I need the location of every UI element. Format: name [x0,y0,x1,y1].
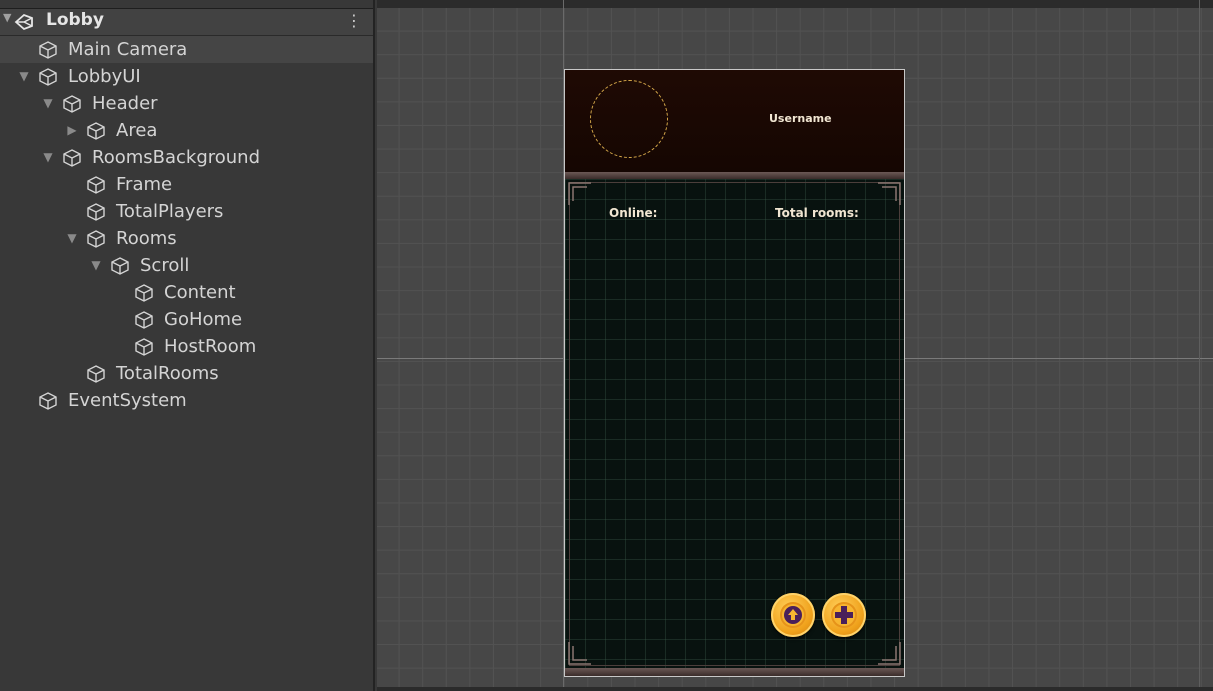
expand-arrow-icon[interactable]: ▼ [90,252,102,279]
expand-arrow-icon[interactable]: ▼ [66,225,78,252]
hierarchy-item-frame[interactable]: Frame [0,171,373,198]
gameobject-cube-icon [111,257,129,275]
scene-grid-line [1199,0,1200,691]
gameobject-cube-icon [63,149,81,167]
plus-icon [835,606,853,624]
hierarchy-scene-header[interactable]: ▼ Lobby ⋮ [0,8,373,36]
gameobject-cube-icon [63,95,81,113]
gameobject-cube-icon [87,122,105,140]
gameobject-cube-icon [135,311,153,329]
header-panel[interactable]: Username [565,70,904,172]
scene-toolbar-strip [377,0,1213,8]
hierarchy-item-header[interactable]: ▼ Header [0,90,373,117]
go-home-button[interactable] [771,593,815,637]
hierarchy-item-label: HostRoom [164,336,257,357]
header-divider [565,172,904,179]
footer-divider [565,668,904,676]
hierarchy-item-label: GoHome [164,309,243,330]
hierarchy-item-label: EventSystem [68,390,187,411]
hierarchy-item-label: Header [92,93,158,114]
hierarchy-item-label: RoomsBackground [92,147,261,168]
gameobject-cube-icon [135,338,153,356]
avatar-area[interactable] [590,80,668,158]
expand-arrow-icon[interactable]: ▼ [42,144,54,171]
hierarchy-item-totalplayers[interactable]: TotalPlayers [0,198,373,225]
hierarchy-item-label: Frame [116,174,173,195]
hierarchy-item-label: Rooms [116,228,177,249]
expand-arrow-icon[interactable]: ▼ [42,90,54,117]
username-label: Username [769,112,832,125]
hierarchy-item-lobbyui[interactable]: ▼ LobbyUI [0,63,373,90]
hierarchy-panel: ▼ Lobby ⋮ Main Camera ▼ LobbyUI ▼ Header… [0,0,375,691]
frame-corner-ornament [878,642,901,665]
unity-scene-icon [14,13,33,31]
hierarchy-item-gohome[interactable]: GoHome [0,306,373,333]
hierarchy-item-label: TotalRooms [116,363,219,384]
hierarchy-item-eventsystem[interactable]: EventSystem [0,387,373,414]
online-players-label: Online: [609,206,658,220]
gameobject-cube-icon [135,284,153,302]
scene-view[interactable]: Username Online: Total rooms: [377,0,1213,691]
kebab-menu-icon[interactable]: ⋮ [346,11,362,31]
hierarchy-item-roomsbackground[interactable]: ▼ RoomsBackground [0,144,373,171]
gameobject-cube-icon [39,68,57,86]
expand-arrow-icon[interactable]: ▶ [66,117,78,144]
gameobject-cube-icon [87,203,105,221]
hierarchy-item-main-camera[interactable]: Main Camera [0,36,373,63]
hierarchy-item-label: TotalPlayers [116,201,224,222]
scene-bottom-strip [377,687,1213,691]
frame-corner-ornament [568,182,591,205]
expand-arrow-icon[interactable]: ▼ [18,63,30,90]
gameobject-cube-icon [87,176,105,194]
hierarchy-item-content[interactable]: Content [0,279,373,306]
hierarchy-item-label: Scroll [140,255,190,276]
collapse-arrow-icon[interactable]: ▼ [3,11,11,24]
host-room-button[interactable] [822,593,866,637]
hierarchy-item-area[interactable]: ▶ Area [0,117,373,144]
hierarchy-item-hostroom[interactable]: HostRoom [0,333,373,360]
hierarchy-item-scroll[interactable]: ▼ Scroll [0,252,373,279]
hierarchy-item-totalrooms[interactable]: TotalRooms [0,360,373,387]
gameobject-cube-icon [39,41,57,59]
gameobject-cube-icon [87,365,105,383]
lobby-canvas[interactable]: Username Online: Total rooms: [564,69,905,677]
total-rooms-label: Total rooms: [775,206,859,220]
home-arrow-icon [784,606,802,624]
hierarchy-item-label: LobbyUI [68,66,141,87]
frame-corner-ornament [568,642,591,665]
gameobject-cube-icon [87,230,105,248]
scene-title: Lobby [46,10,104,30]
hierarchy-item-label: Content [164,282,236,303]
hierarchy-item-label: Area [116,120,158,141]
hierarchy-item-label: Main Camera [68,39,188,60]
frame-corner-ornament [878,182,901,205]
hierarchy-item-rooms[interactable]: ▼ Rooms [0,225,373,252]
gameobject-cube-icon [39,392,57,410]
